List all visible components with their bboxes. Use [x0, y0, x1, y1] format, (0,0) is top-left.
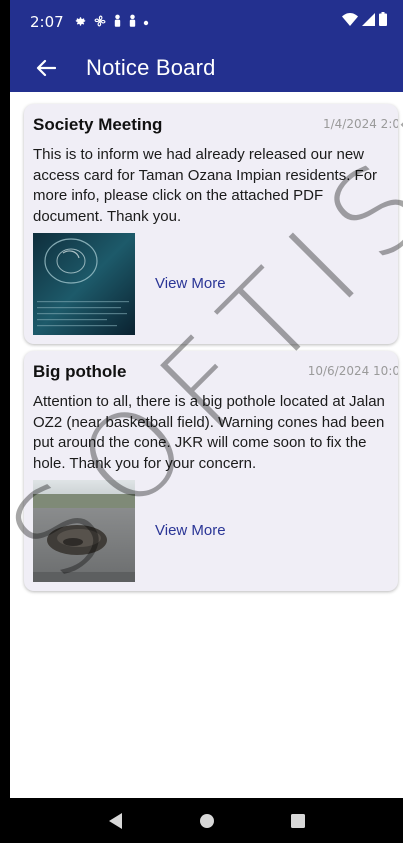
notice-date: 10/6/2024 10:0	[307, 364, 398, 378]
notice-title: Society Meeting	[33, 115, 163, 134]
dot-icon	[143, 16, 149, 29]
battery-icon	[379, 12, 387, 30]
gear-icon	[74, 14, 87, 30]
square-recents-icon	[290, 813, 305, 828]
fan-icon	[93, 14, 107, 31]
view-more-link[interactable]: View More	[155, 275, 226, 292]
arrow-left-icon	[36, 59, 56, 77]
app-bar: Notice Board	[10, 44, 403, 92]
circle-home-icon	[199, 813, 214, 828]
notice-attachment-thumbnail[interactable]	[33, 480, 135, 582]
view-more-link[interactable]: View More	[155, 522, 226, 539]
nav-recents-button[interactable]	[283, 806, 313, 836]
notice-attachment-thumbnail[interactable]	[33, 233, 135, 335]
notice-body: Attention to all, there is a big pothole…	[33, 393, 385, 472]
notice-card[interactable]: Society Meeting 1/4/2024 2:0 This is to …	[24, 104, 398, 344]
status-bar: 2:07	[10, 0, 403, 44]
person-icon	[113, 14, 122, 30]
nav-back-button[interactable]	[101, 806, 131, 836]
nav-home-button[interactable]	[192, 806, 222, 836]
notice-card[interactable]: Big pothole 10/6/2024 10:0 Attention to …	[24, 351, 398, 591]
notice-body: This is to inform we had already release…	[33, 146, 378, 225]
page-title: Notice Board	[86, 55, 216, 80]
signal-icon	[362, 12, 375, 30]
app-screen: 2:07 Notice Board Society Meeting 1/4/20…	[10, 0, 403, 843]
access-card-image	[33, 233, 135, 335]
notice-date: 1/4/2024 2:0	[322, 117, 398, 131]
person-icon	[128, 14, 137, 30]
notice-title: Big pothole	[33, 362, 127, 381]
notice-list: Society Meeting 1/4/2024 2:0 This is to …	[10, 92, 403, 798]
triangle-back-icon	[108, 812, 122, 829]
system-nav-bar	[10, 798, 403, 843]
wifi-icon	[342, 12, 358, 30]
status-time: 2:07	[30, 13, 64, 31]
back-button[interactable]	[24, 46, 68, 90]
pothole-image	[33, 480, 135, 582]
